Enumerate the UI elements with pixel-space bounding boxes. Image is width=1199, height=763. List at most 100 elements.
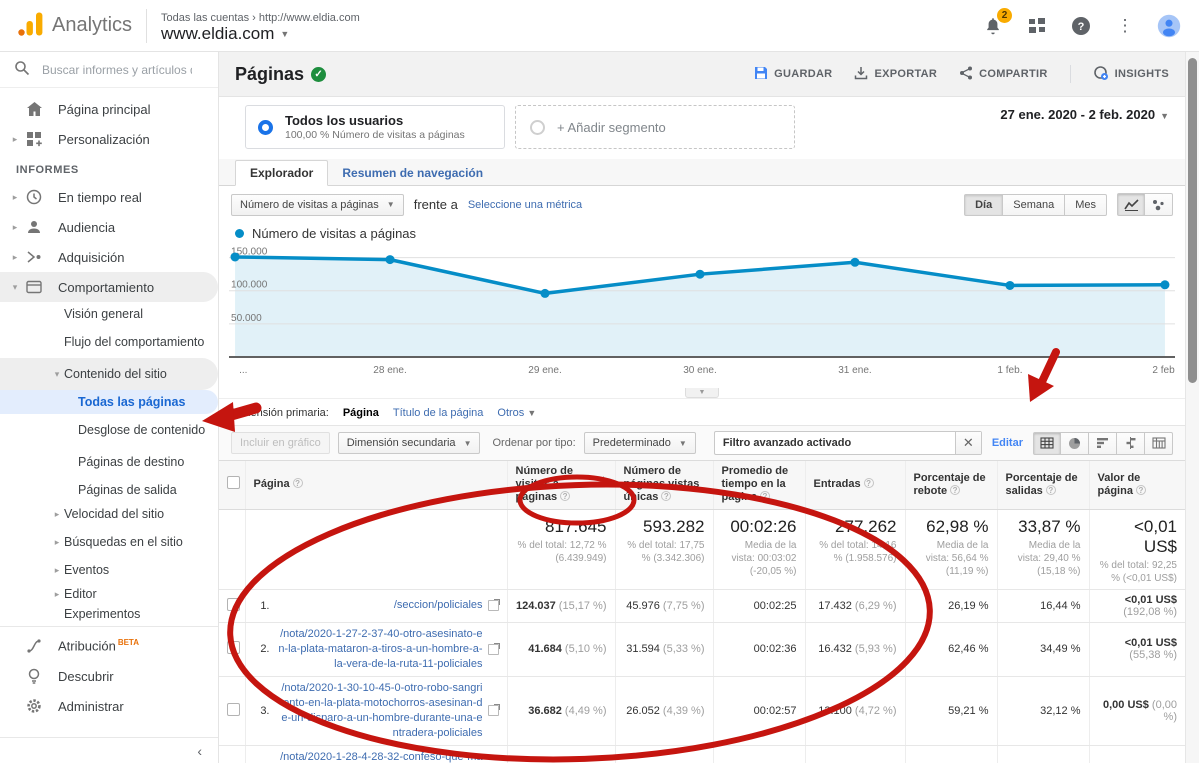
expander-icon[interactable]: ▸ bbox=[8, 134, 22, 145]
insights-button[interactable]: INSIGHTS bbox=[1093, 65, 1169, 84]
sidebar-item-events[interactable]: ▸Eventos bbox=[0, 558, 218, 582]
traffic-chart[interactable]: 50.000100.000150.000...28 ene.29 ene.30 … bbox=[229, 245, 1175, 385]
select-metric-link[interactable]: Seleccione una métrica bbox=[468, 199, 582, 211]
secondary-dimension-dropdown[interactable]: Dimensión secundaria▼ bbox=[338, 432, 481, 454]
column-header-page-value[interactable]: Valor de página? bbox=[1089, 461, 1185, 509]
help-icon[interactable]: ? bbox=[1046, 485, 1056, 495]
edit-filter-link[interactable]: Editar bbox=[992, 437, 1023, 449]
comparison-view-button[interactable] bbox=[1117, 432, 1145, 455]
column-header-unique-pageviews[interactable]: Número de páginas vistas únicas? bbox=[615, 461, 713, 509]
tab-explorer[interactable]: Explorador bbox=[235, 160, 328, 186]
chart-data-point[interactable] bbox=[850, 258, 859, 267]
sidebar-item-audience[interactable]: ▸ Audiencia bbox=[0, 212, 218, 242]
page-url-link[interactable]: /nota/2020-1-28-4-28-32-confeso-que-mato… bbox=[278, 750, 483, 763]
sidebar-item-attribution[interactable]: AtribuciónBETA bbox=[0, 631, 218, 661]
sidebar-item-publisher[interactable]: ▸Editor bbox=[0, 582, 218, 606]
column-header-pageviews[interactable]: ↓Número de visitas a páginas? bbox=[507, 461, 615, 509]
sidebar-item-overview[interactable]: Visión general bbox=[0, 302, 218, 326]
scrollbar-thumb[interactable] bbox=[1188, 58, 1197, 383]
help-icon[interactable]: ? bbox=[1069, 14, 1093, 38]
expander-icon[interactable]: ▸ bbox=[8, 222, 22, 233]
sidebar-item-admin[interactable]: Administrar bbox=[0, 691, 218, 721]
row-checkbox[interactable] bbox=[227, 641, 240, 654]
vertical-scrollbar[interactable] bbox=[1185, 52, 1199, 763]
column-header-page[interactable]: Página? bbox=[245, 461, 507, 509]
sidebar-item-landing-pages[interactable]: Páginas de destino bbox=[0, 446, 218, 478]
account-breadcrumb[interactable]: Todas las cuentas › http://www.eldia.com… bbox=[147, 8, 360, 44]
expander-icon[interactable]: ▸ bbox=[8, 192, 22, 203]
add-segment-button[interactable]: + Añadir segmento bbox=[515, 105, 795, 149]
sort-type-dropdown[interactable]: Predeterminado▼ bbox=[584, 432, 696, 454]
percentage-view-button[interactable] bbox=[1061, 432, 1089, 455]
collapse-sidebar-button[interactable]: ‹ bbox=[0, 737, 218, 763]
pivot-view-button[interactable] bbox=[1145, 432, 1173, 455]
tab-navigation-summary[interactable]: Resumen de navegación bbox=[328, 161, 497, 185]
sidebar-item-home[interactable]: Página principal bbox=[0, 94, 218, 124]
sidebar-item-site-content[interactable]: ▾Contenido del sitio bbox=[0, 358, 218, 390]
external-link-icon[interactable] bbox=[488, 600, 499, 611]
export-button[interactable]: EXPORTAR bbox=[854, 66, 937, 83]
help-icon[interactable]: ? bbox=[864, 478, 874, 488]
share-button[interactable]: COMPARTIR bbox=[959, 66, 1048, 83]
dimension-other-dropdown[interactable]: Otros ▼ bbox=[497, 407, 536, 419]
sidebar-item-exit-pages[interactable]: Páginas de salida bbox=[0, 478, 218, 502]
date-range-selector[interactable]: 27 ene. 2020 - 2 feb. 2020▼ bbox=[1000, 107, 1169, 122]
help-icon[interactable]: ? bbox=[661, 491, 671, 501]
expander-icon[interactable]: ▸ bbox=[50, 565, 64, 576]
chart-collapse-handle[interactable]: ▼ bbox=[685, 388, 719, 398]
search-input[interactable] bbox=[42, 63, 192, 77]
column-header-exit-rate[interactable]: Porcentaje de salidas? bbox=[997, 461, 1089, 509]
column-header-avg-time[interactable]: Promedio de tiempo en la página? bbox=[713, 461, 805, 509]
chart-data-point[interactable] bbox=[540, 289, 549, 298]
chart-data-point[interactable] bbox=[1160, 280, 1169, 289]
chart-data-point[interactable] bbox=[385, 255, 394, 264]
sidebar-item-behavior-flow[interactable]: Flujo del comportamiento bbox=[0, 326, 218, 358]
line-chart-view-button[interactable] bbox=[1117, 193, 1145, 216]
page-url-link[interactable]: /nota/2020-1-27-2-37-40-otro-asesinato-e… bbox=[278, 627, 483, 672]
chart-data-point[interactable] bbox=[231, 252, 240, 261]
performance-view-button[interactable] bbox=[1089, 432, 1117, 455]
analytics-brand[interactable]: Analytics bbox=[0, 10, 146, 41]
table-view-button[interactable] bbox=[1033, 432, 1061, 455]
sidebar-item-content-drilldown[interactable]: Desglose de contenido bbox=[0, 414, 218, 446]
chart-data-point[interactable] bbox=[1005, 281, 1014, 290]
save-button[interactable]: GUARDAR bbox=[754, 66, 832, 83]
help-icon[interactable]: ? bbox=[293, 478, 303, 488]
more-options-icon[interactable]: ⋮ bbox=[1113, 14, 1137, 38]
row-checkbox[interactable] bbox=[227, 598, 240, 611]
page-url-link[interactable]: /nota/2020-1-30-10-45-0-otro-robo-sangri… bbox=[278, 681, 483, 741]
dimension-page-title[interactable]: Título de la página bbox=[393, 407, 484, 419]
help-icon[interactable]: ? bbox=[1136, 485, 1146, 495]
help-icon[interactable]: ? bbox=[950, 485, 960, 495]
expander-icon[interactable]: ▸ bbox=[50, 535, 64, 550]
row-checkbox[interactable] bbox=[227, 703, 240, 716]
granularity-week[interactable]: Semana bbox=[1003, 194, 1065, 216]
page-url-link[interactable]: /seccion/policiales bbox=[278, 598, 483, 613]
help-icon[interactable]: ? bbox=[560, 491, 570, 501]
chart-data-point[interactable] bbox=[695, 270, 704, 279]
segment-all-users[interactable]: Todos los usuarios 100,00 % Número de vi… bbox=[245, 105, 505, 149]
expander-icon[interactable]: ▾ bbox=[50, 367, 64, 382]
column-header-bounce-rate[interactable]: Porcentaje de rebote? bbox=[905, 461, 997, 509]
sidebar-item-site-speed[interactable]: ▸Velocidad del sitio bbox=[0, 502, 218, 526]
column-header-entrances[interactable]: Entradas? bbox=[805, 461, 905, 509]
sidebar-item-acquisition[interactable]: ▸ Adquisición bbox=[0, 242, 218, 272]
sidebar-item-discover[interactable]: Descubrir bbox=[0, 661, 218, 691]
notifications-bell-icon[interactable]: 2 bbox=[981, 14, 1005, 38]
sidebar-item-realtime[interactable]: ▸ En tiempo real bbox=[0, 182, 218, 212]
avatar[interactable] bbox=[1157, 14, 1181, 38]
expander-icon[interactable]: ▸ bbox=[8, 252, 22, 263]
expander-icon[interactable]: ▸ bbox=[50, 509, 64, 520]
sidebar-item-site-search[interactable]: ▸Búsquedas en el sitio bbox=[0, 526, 218, 558]
expander-icon[interactable]: ▾ bbox=[8, 282, 22, 293]
expander-icon[interactable]: ▸ bbox=[50, 589, 64, 600]
sidebar-item-behavior[interactable]: ▾ Comportamiento bbox=[0, 272, 218, 302]
external-link-icon[interactable] bbox=[488, 644, 499, 655]
granularity-day[interactable]: Día bbox=[964, 194, 1003, 216]
sidebar-item-all-pages[interactable]: Todas las páginas bbox=[0, 390, 218, 414]
clear-filter-button[interactable]: ✕ bbox=[955, 432, 981, 454]
sidebar-item-experiments[interactable]: Experimentos bbox=[0, 606, 218, 622]
dimension-page[interactable]: Página bbox=[343, 407, 379, 419]
chevron-down-icon[interactable]: ▼ bbox=[280, 29, 289, 39]
select-all-checkbox[interactable] bbox=[227, 476, 240, 489]
